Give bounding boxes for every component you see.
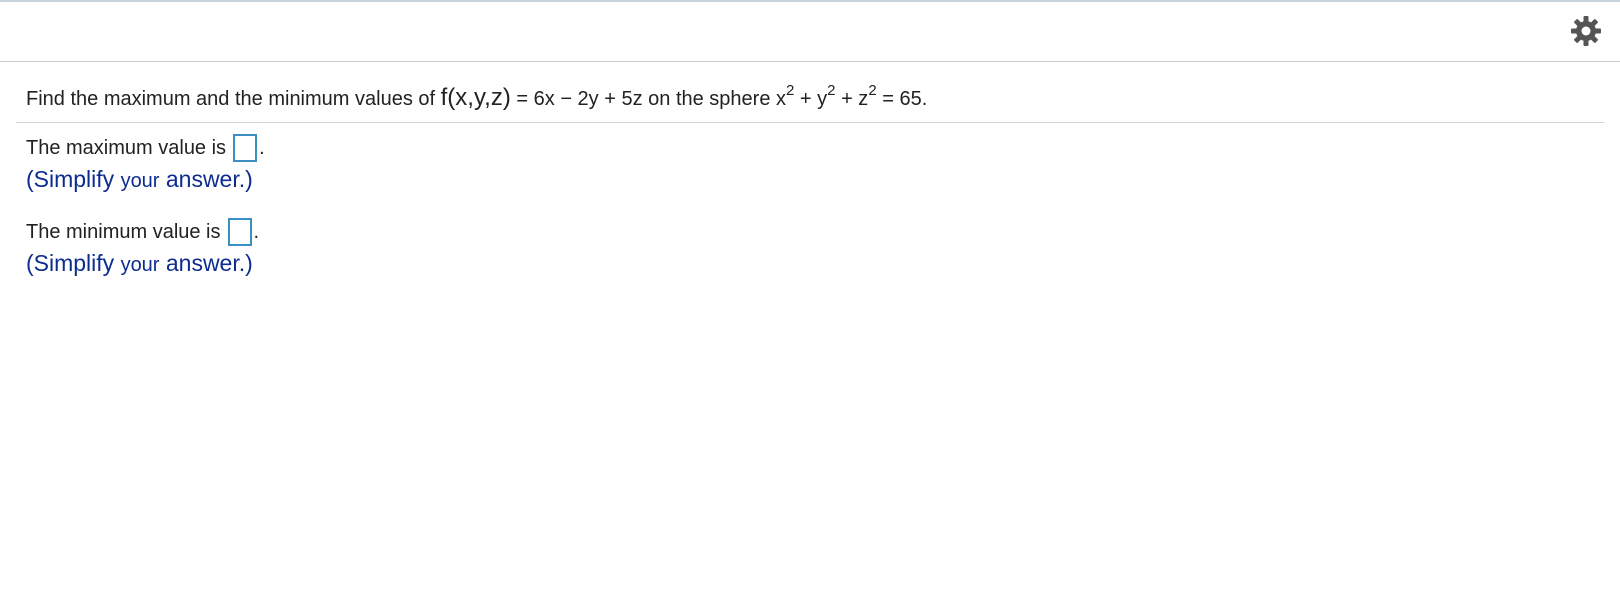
min-period: .: [253, 220, 260, 243]
max-hint: (Simplify your answer.): [26, 166, 253, 193]
question-suffix: = 65.: [876, 88, 928, 110]
min-answer-input[interactable]: [227, 218, 252, 246]
function-name: f(x,y,z): [440, 84, 511, 111]
top-toolbar: [0, 0, 1620, 62]
max-hint-open: (Simplify: [26, 166, 115, 192]
max-answer-input[interactable]: [233, 134, 258, 162]
gear-icon[interactable]: [1570, 15, 1602, 47]
min-hint-open: (Simplify: [26, 250, 115, 276]
divider: [16, 122, 1604, 123]
min-hint: (Simplify your answer.): [26, 250, 253, 277]
max-period: .: [259, 136, 265, 159]
min-hint-close: answer.): [165, 250, 253, 276]
min-label: The minimum value is: [26, 220, 221, 243]
max-hint-your: your: [120, 170, 160, 192]
question-text: Find the maximum and the minimum values …: [26, 82, 928, 113]
exponent-z: 2: [868, 82, 877, 100]
max-label: The maximum value is: [26, 136, 227, 159]
max-answer-line: The maximum value is .: [26, 134, 265, 162]
question-prefix: Find the maximum and the minimum values …: [26, 88, 436, 110]
min-answer-line: The minimum value is .: [26, 218, 259, 246]
min-hint-your: your: [120, 254, 160, 276]
exponent-x: 2: [786, 82, 795, 100]
plus-z: + z: [835, 88, 869, 110]
function-expression: = 6x − 2y + 5z on the sphere x: [510, 88, 787, 110]
max-hint-close: answer.): [165, 166, 253, 192]
plus-y: + y: [794, 88, 828, 110]
exponent-y: 2: [827, 82, 836, 100]
